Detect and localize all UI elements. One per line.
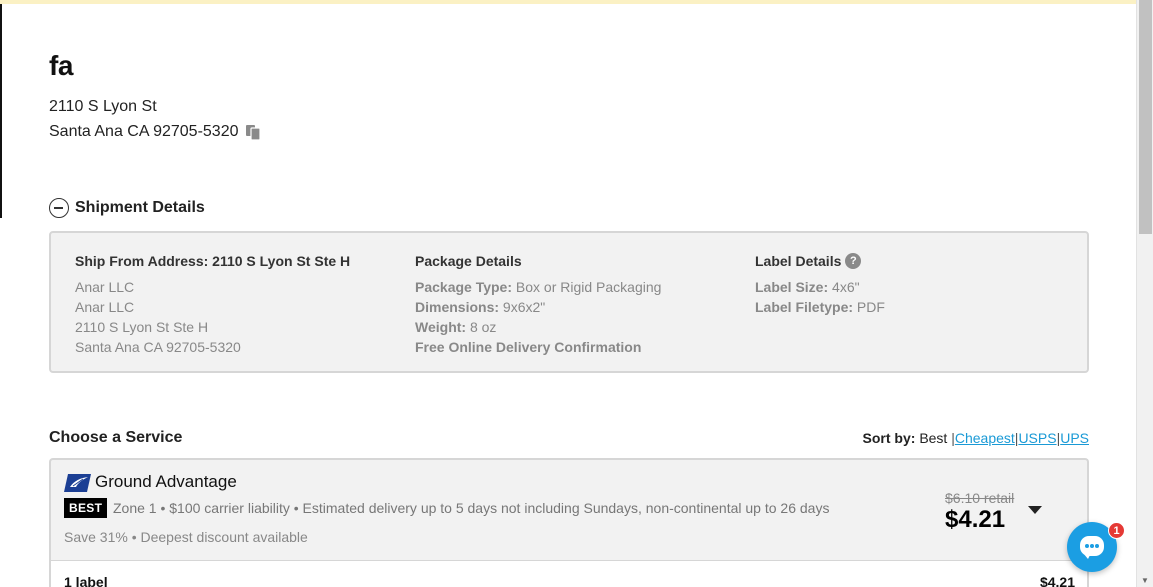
service-description: Zone 1 • $100 carrier liability • Estima… [113,500,830,516]
retail-price: $6.10 retail [945,490,1015,506]
package-type-row: Package Type: Box or Rigid Packaging [415,277,745,297]
label-count: 1 label [64,574,108,587]
left-accent-rule [0,4,2,218]
sort-by-bar: Sort by: Best |Cheapest|USPS|UPS [863,430,1089,446]
shipment-details-title: Shipment Details [75,199,205,216]
weight-row: Weight: 8 oz [415,317,745,337]
usps-eagle-icon [64,474,91,492]
recipient-address-line-2-row: Santa Ana CA 92705-5320 [49,123,262,141]
weight-value: 8 oz [469,319,497,335]
label-filetype-row: Label Filetype: PDF [755,297,1075,317]
service-name: Ground Advantage [95,472,237,491]
vertical-scrollbar[interactable]: ▼ [1136,0,1153,587]
chat-notification-badge: 1 [1108,522,1125,539]
service-price: $4.21 [945,506,1006,533]
label-size-row: Label Size: 4x6" [755,277,1075,297]
sort-by-label: Sort by: [862,430,916,446]
dimensions-row: Dimensions: 9x6x2" [415,297,745,317]
ship-from-line: Santa Ana CA 92705-5320 [75,339,241,355]
ship-from-heading: Ship From Address: 2110 S Lyon St Ste H [75,253,351,269]
recipient-address-line-1: 2110 S Lyon St [49,98,157,115]
dimensions-label: Dimensions: [415,299,500,315]
ship-from-column: Ship From Address: 2110 S Lyon St Ste H … [75,251,405,357]
label-details-heading-row: Label Details ? [755,251,1075,271]
sort-option-usps[interactable]: USPS [1018,430,1056,446]
package-details-heading: Package Details [415,253,522,269]
top-notice-strip [0,0,1136,4]
package-type-label: Package Type: [415,279,513,295]
label-details-column: Label Details ? Label Size: 4x6" Label F… [755,251,1075,317]
label-size-label: Label Size: [755,279,829,295]
dimensions-value: 9x6x2" [502,299,546,315]
ship-from-line: 2110 S Lyon St Ste H [75,319,209,335]
label-total: $4.21 [1039,574,1075,587]
copy-icon[interactable] [245,124,262,141]
label-summary-row: 1 label $4.21 [49,560,1089,587]
shipment-details-panel: Ship From Address: 2110 S Lyon St Ste H … [49,231,1089,373]
label-size-value: 4x6" [832,279,860,295]
chat-bubble-tail [1083,553,1091,559]
package-details-column: Package Details Package Type: Box or Rig… [415,251,745,357]
recipient-name: fa [49,50,73,81]
delivery-confirmation-note: Free Online Delivery Confirmation [415,339,642,355]
ship-from-line: Anar LLC [75,299,135,315]
help-icon[interactable]: ? [845,253,862,269]
scroll-down-arrow-icon[interactable]: ▼ [1141,576,1149,585]
scrollbar-thumb[interactable] [1139,0,1152,234]
service-option-ground-advantage[interactable]: Ground Advantage BEST Zone 1 • $100 carr… [49,458,1089,561]
label-filetype-label: Label Filetype: [755,299,854,315]
sort-option-cheapest[interactable]: Cheapest [955,430,1015,446]
label-details-heading: Label Details [755,253,842,269]
recipient-address-line-2: Santa Ana CA 92705-5320 [49,123,239,140]
chevron-down-icon[interactable] [1028,506,1042,514]
package-type-value: Box or Rigid Packaging [515,279,662,295]
choose-service-title: Choose a Service [49,429,183,446]
sort-option-ups[interactable]: UPS [1060,430,1089,446]
savings-note: Save 31% • Deepest discount available [64,529,308,545]
best-badge: BEST [64,498,108,518]
weight-label: Weight: [415,319,467,335]
label-filetype-value: PDF [856,299,885,315]
ship-from-line: Anar LLC [75,279,135,295]
sort-option-best[interactable]: Best [919,430,947,446]
shipment-details-toggle[interactable]: Shipment Details [49,198,205,218]
collapse-minus-icon [49,198,69,218]
